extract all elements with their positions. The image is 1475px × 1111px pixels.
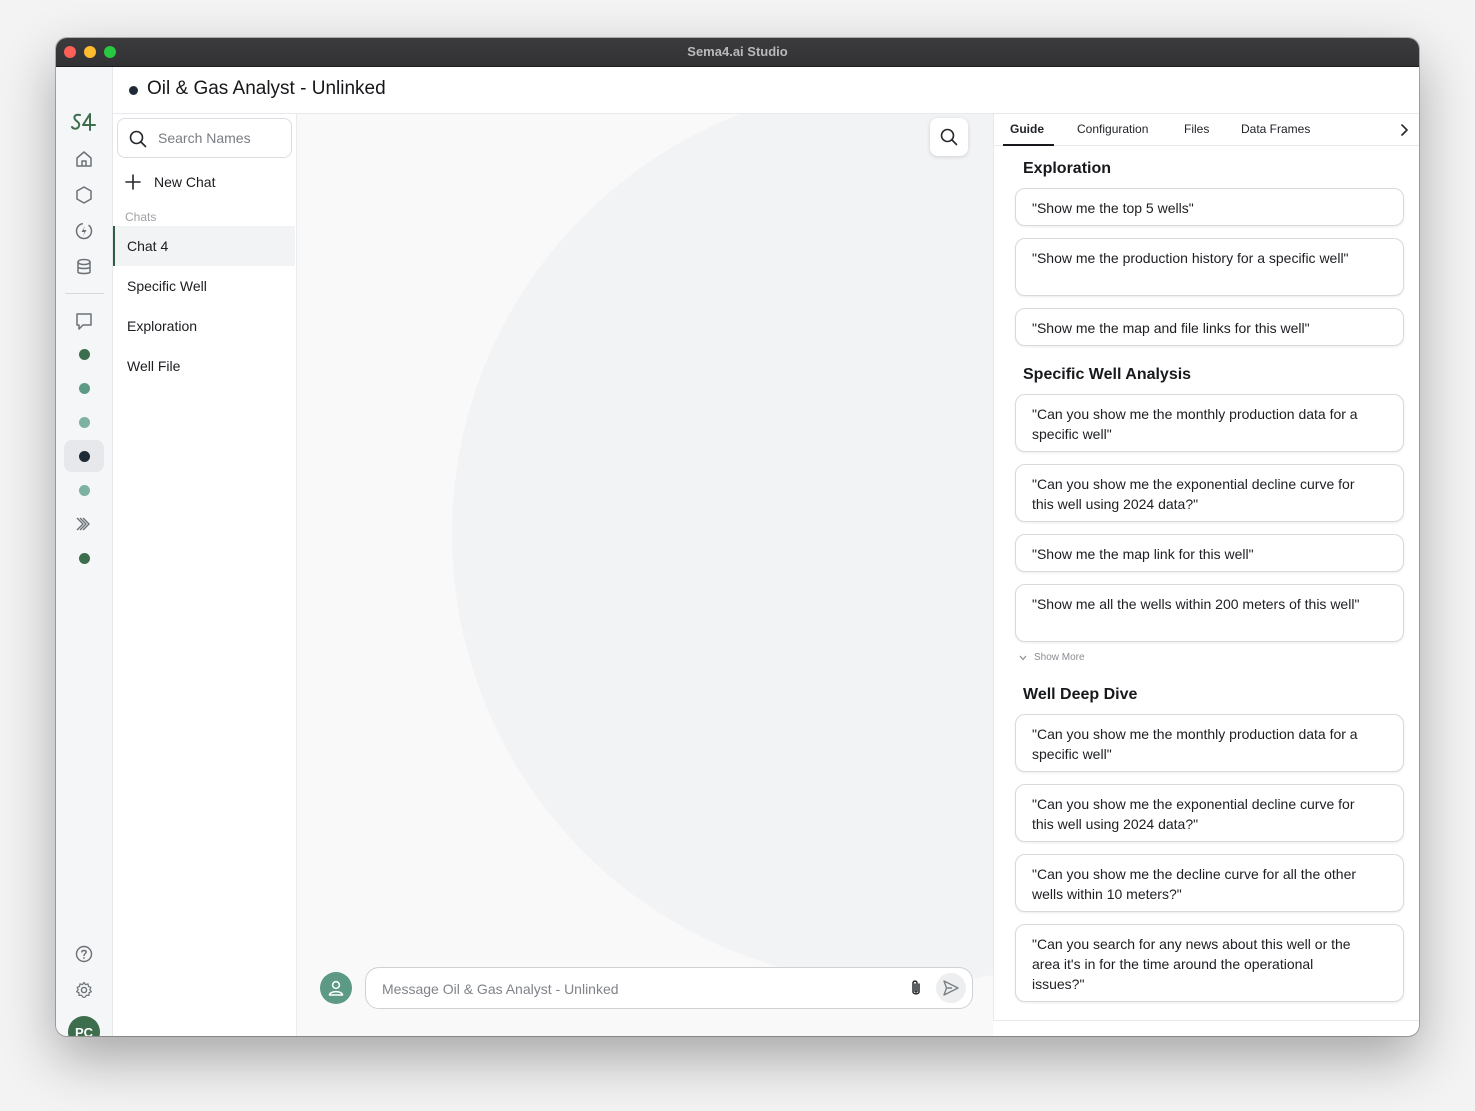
agent-status-dot	[78, 552, 90, 564]
message-input[interactable]	[382, 979, 882, 999]
chat-search-button[interactable]	[930, 118, 968, 156]
prompt-card[interactable]: "Can you show me the monthly production …	[1015, 394, 1404, 452]
chevron-right-icon[interactable]	[1399, 123, 1409, 137]
background-decoration	[452, 114, 993, 984]
chat-item-exploration[interactable]: Exploration	[113, 306, 295, 346]
window-title: Sema4.ai Studio	[687, 44, 788, 59]
active-tab-indicator	[1003, 144, 1054, 146]
search-icon	[940, 128, 958, 146]
chat-item-label: Exploration	[127, 318, 198, 334]
agent-dot-6[interactable]	[64, 542, 104, 574]
show-more-button[interactable]: Show More	[1019, 652, 1085, 663]
send-message-button[interactable]	[936, 973, 966, 1003]
agent-dot-5[interactable]	[64, 474, 104, 506]
prompt-card[interactable]: "Can you show me the exponential decline…	[1015, 464, 1404, 522]
sema4-logo[interactable]	[71, 112, 97, 137]
search-names-input[interactable]	[158, 128, 283, 148]
prompt-card[interactable]: "Can you show me the decline curve for a…	[1015, 854, 1404, 912]
prompt-card[interactable]: "Can you show me the monthly production …	[1015, 714, 1404, 772]
paperclip-icon	[912, 980, 920, 995]
chat-bubble-icon[interactable]	[64, 305, 104, 337]
agent-status-dot	[129, 86, 138, 95]
send-icon	[943, 980, 959, 996]
chat-list-panel: New Chat Chats Chat 4 Specific Well Expl…	[113, 114, 348, 1036]
plus-icon	[125, 174, 141, 190]
prompt-card[interactable]: "Show me the map link for this well"	[1015, 534, 1404, 572]
agent-status-dot	[78, 382, 90, 394]
agents-hexagon-icon[interactable]	[64, 179, 104, 211]
guide-panel: Guide Configuration Files Data Frames Ex…	[993, 114, 1419, 1021]
app-window: Sema4.ai Studio PC Oil & Gas Analyst - U…	[56, 38, 1419, 1036]
section-title-specific-well-analysis: Specific Well Analysis	[1023, 366, 1192, 383]
prompt-card[interactable]: "Show me the production history for a sp…	[1015, 238, 1404, 296]
chat-item-label: Chat 4	[127, 238, 169, 254]
database-icon[interactable]	[64, 251, 104, 283]
double-chevron-icon[interactable]	[64, 508, 104, 540]
chat-item-chat-4[interactable]: Chat 4	[113, 226, 295, 266]
tab-configuration[interactable]: Configuration	[1077, 122, 1148, 136]
agent-status-dot	[78, 416, 90, 428]
chat-item-label: Specific Well	[127, 278, 207, 294]
agent-dot-1[interactable]	[64, 338, 104, 370]
show-more-label: Show More	[1034, 652, 1085, 663]
agent-title: Oil & Gas Analyst - Unlinked	[147, 78, 386, 99]
search-icon	[129, 130, 147, 148]
tab-files[interactable]: Files	[1184, 122, 1209, 136]
guide-tabs: Guide Configuration Files Data Frames	[994, 114, 1419, 146]
icon-rail: PC	[56, 67, 113, 1036]
chat-item-specific-well[interactable]: Specific Well	[113, 266, 295, 306]
user-avatar-initials[interactable]: PC	[68, 1016, 100, 1036]
section-title-exploration: Exploration	[1023, 160, 1112, 177]
prompt-card[interactable]: "Show me the map and file links for this…	[1015, 308, 1404, 346]
agent-header: Oil & Gas Analyst - Unlinked	[113, 67, 1419, 114]
home-icon[interactable]	[64, 143, 104, 175]
chats-section-label: Chats	[125, 210, 157, 224]
new-chat-button[interactable]: New Chat	[125, 170, 215, 194]
agent-status-dot	[78, 450, 90, 462]
agent-dot-4-active[interactable]	[64, 440, 104, 472]
agent-status-dot	[78, 348, 90, 360]
prompt-card[interactable]: "Show me all the wells within 200 meters…	[1015, 584, 1404, 642]
message-composer[interactable]	[365, 967, 973, 1009]
person-icon	[328, 980, 344, 996]
agent-status-dot	[78, 484, 90, 496]
sema4-logo-icon	[71, 113, 96, 131]
chevron-down-icon	[1019, 655, 1027, 660]
chat-item-well-file[interactable]: Well File	[113, 346, 295, 386]
chat-main-area	[297, 114, 993, 1036]
prompt-card[interactable]: "Can you search for any news about this …	[1015, 924, 1404, 1002]
prompt-card[interactable]: "Show me the top 5 wells"	[1015, 188, 1404, 226]
actions-bolt-icon[interactable]	[64, 215, 104, 247]
tab-guide[interactable]: Guide	[1010, 122, 1044, 136]
title-bar: Sema4.ai Studio	[56, 38, 1419, 67]
user-avatar-icon	[320, 972, 352, 1004]
tab-data-frames[interactable]: Data Frames	[1241, 122, 1310, 136]
prompt-card[interactable]: "Can you show me the exponential decline…	[1015, 784, 1404, 842]
help-icon[interactable]	[64, 938, 104, 970]
guide-content: Exploration "Show me the top 5 wells" "S…	[994, 147, 1419, 1020]
search-names-field[interactable]	[117, 118, 292, 158]
attach-file-button[interactable]	[906, 978, 926, 1003]
agent-dot-3[interactable]	[64, 406, 104, 438]
rail-divider	[65, 293, 104, 294]
chat-item-label: Well File	[127, 358, 181, 374]
section-title-well-deep-dive: Well Deep Dive	[1023, 686, 1138, 703]
agent-dot-2[interactable]	[64, 372, 104, 404]
settings-gear-icon[interactable]	[64, 974, 104, 1006]
new-chat-label: New Chat	[154, 174, 216, 190]
